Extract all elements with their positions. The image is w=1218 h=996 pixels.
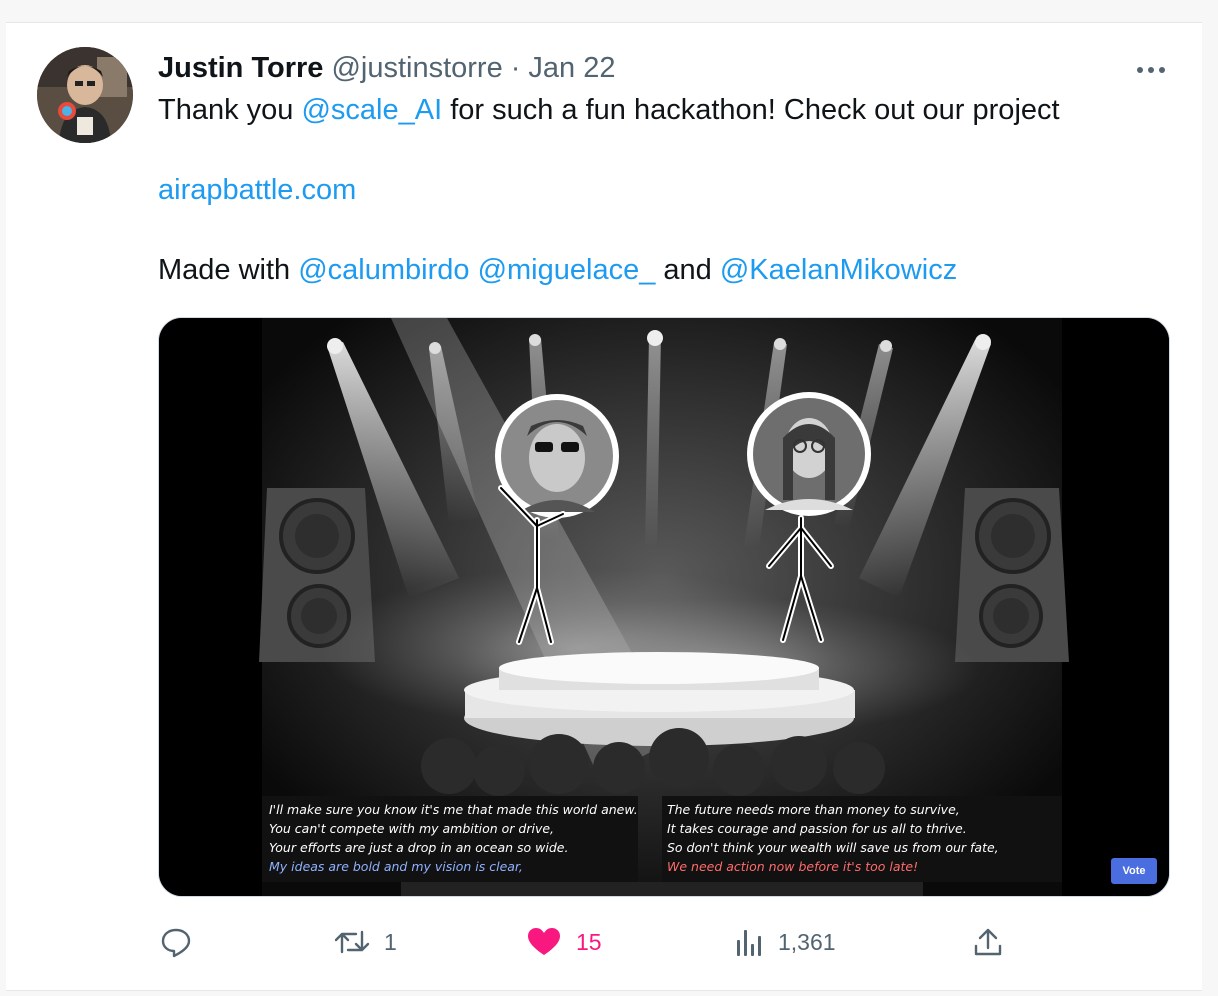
author-avatar[interactable] (37, 47, 133, 143)
verse-line: You can't compete with my ambition or dr… (269, 821, 555, 836)
header-separator: · (510, 51, 521, 84)
right-verse: The future needs more than money to surv… (667, 800, 999, 876)
tweet-date[interactable]: Jan 22 (528, 52, 615, 85)
text-fragment: for such a fun hackathon! Check out our … (442, 94, 1060, 126)
verse-line: The future needs more than money to surv… (667, 802, 960, 817)
like-count: 15 (576, 928, 602, 955)
reply-icon (161, 928, 191, 958)
verse-line: Your efforts are just a drop in an ocean… (269, 840, 569, 855)
author-handle[interactable]: @justinstorre (331, 52, 502, 85)
like-button[interactable]: 15 (526, 920, 602, 964)
tweet-text-line-3: Made with @calumbirdo @miguelace_ and @K… (158, 254, 957, 287)
mention-kaelanmikowicz[interactable]: @KaelanMikowicz (720, 254, 957, 286)
more-options-icon[interactable] (1131, 55, 1171, 85)
left-verse: I'll make sure you know it's me that mad… (269, 800, 638, 876)
views-icon (737, 930, 761, 956)
share-button[interactable] (972, 920, 1004, 964)
verse-line-highlight: We need action now before it's too late! (667, 859, 919, 874)
verse-line-highlight: My ideas are bold and my vision is clear… (269, 859, 523, 874)
heart-icon (528, 928, 560, 955)
tweet-media-image[interactable]: I'll make sure you know it's me that mad… (158, 317, 1170, 897)
retweet-count: 1 (384, 928, 397, 955)
views-count: 1,361 (778, 928, 836, 955)
tweet-header: Justin Torre @justinstorre · Jan 22 (158, 50, 615, 86)
mention-calumbirdo[interactable]: @calumbirdo (298, 254, 469, 286)
text-fragment: Thank you (158, 94, 302, 126)
reply-button[interactable] (160, 920, 206, 964)
verse-line: So don't think your wealth will save us … (667, 840, 999, 855)
retweet-icon (334, 930, 370, 954)
mention-scale-ai[interactable]: @scale_AI (301, 94, 442, 126)
tweet-text-line-1: Thank you @scale_AI for such a fun hacka… (158, 94, 1060, 127)
vote-button[interactable]: Vote (1111, 858, 1157, 884)
views-button[interactable]: 1,361 (736, 920, 836, 964)
share-icon (974, 928, 1002, 956)
mention-miguelace[interactable]: @miguelace_ (478, 254, 656, 286)
retweet-button[interactable]: 1 (334, 920, 397, 964)
tweet-actions: 1 15 1,361 (0, 920, 1218, 964)
author-name[interactable]: Justin Torre (158, 52, 323, 85)
tweet-text-line-2: airapbattle.com (158, 174, 356, 207)
text-fragment: and (655, 254, 720, 286)
verse-line: I'll make sure you know it's me that mad… (269, 802, 638, 817)
project-link[interactable]: airapbattle.com (158, 174, 356, 206)
text-fragment: Made with (158, 254, 299, 286)
verse-line: It takes courage and passion for us all … (667, 821, 967, 836)
